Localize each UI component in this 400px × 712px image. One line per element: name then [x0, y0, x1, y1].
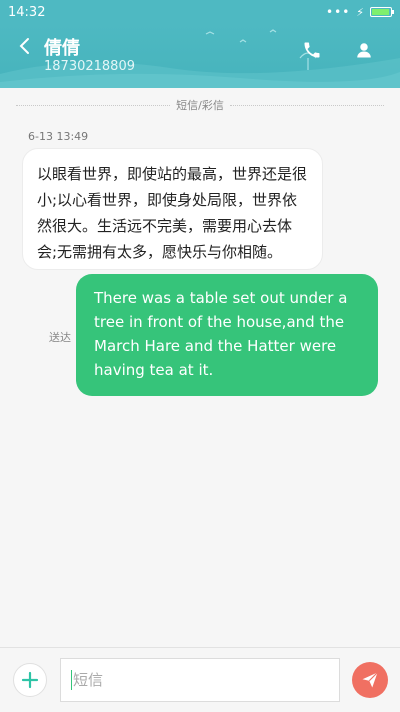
status-indicators: ••• ⚡: [326, 5, 394, 19]
chevron-left-icon: [19, 38, 29, 54]
call-button[interactable]: [300, 38, 324, 62]
battery-icon: [370, 7, 394, 17]
signal-dots: •••: [326, 5, 351, 19]
message-timestamp: 6-13 13:49: [28, 130, 89, 143]
back-button[interactable]: [12, 34, 36, 58]
plus-icon: [21, 671, 39, 689]
charging-icon: ⚡: [356, 5, 364, 19]
incoming-message-bubble[interactable]: 以眼看世界，即使站的最高，世界还是很小;以心看世界，即使身处局限，世界依然很大。…: [22, 148, 323, 270]
phone-icon: [304, 42, 320, 58]
battery-fill: [372, 9, 389, 15]
outgoing-message-bubble[interactable]: There was a table set out under a tree i…: [76, 274, 378, 396]
contact-number: 18730218809: [44, 59, 135, 74]
message-type-divider: 短信/彩信: [16, 96, 384, 114]
add-attachment-button[interactable]: [13, 663, 47, 697]
message-type-label: 短信/彩信: [176, 99, 224, 112]
send-button[interactable]: [352, 662, 388, 698]
divider-line-right: [229, 104, 384, 106]
status-time: 14:32: [8, 4, 46, 20]
status-bar: 14:32 ••• ⚡: [0, 0, 400, 24]
send-icon: [362, 672, 378, 688]
message-input[interactable]: [60, 658, 340, 702]
person-icon: [357, 43, 371, 58]
delivery-status: 送达: [49, 331, 71, 344]
text-cursor: [71, 670, 72, 690]
conversation-header: 倩倩 18730218809: [0, 24, 400, 88]
message-composer: [0, 647, 400, 712]
contact-name: 倩倩: [44, 38, 80, 59]
contact-profile-button[interactable]: [352, 38, 376, 62]
divider-line-left: [16, 104, 171, 106]
